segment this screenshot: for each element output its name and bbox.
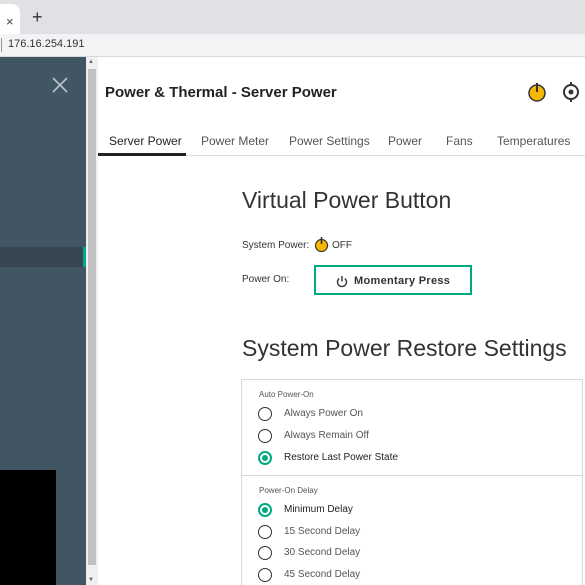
power-on-label: Power On: bbox=[242, 274, 290, 285]
tab-power-settings[interactable]: Power Settings bbox=[289, 134, 370, 148]
new-tab-icon[interactable]: + bbox=[32, 7, 43, 28]
location-icon[interactable] bbox=[560, 81, 582, 103]
scroll-up-icon[interactable]: ▲ bbox=[88, 59, 94, 65]
radio-label: Restore Last Power State bbox=[284, 452, 398, 463]
tab-close-icon[interactable]: × bbox=[6, 14, 14, 29]
radio-label: Minimum Delay bbox=[284, 504, 353, 515]
radio-45-second-delay[interactable]: 45 Second Delay bbox=[258, 568, 558, 585]
side-navigation bbox=[0, 57, 86, 585]
main-content: Power & Thermal - Server Power Server Po… bbox=[98, 57, 585, 585]
browser-tab[interactable]: × bbox=[0, 4, 20, 34]
browser-tab-strip: × + bbox=[0, 0, 585, 34]
radio-15-second-delay[interactable]: 15 Second Delay bbox=[258, 525, 558, 543]
scroll-thumb[interactable] bbox=[88, 69, 96, 565]
radio-restore-last-power-state[interactable]: Restore Last Power State bbox=[258, 451, 558, 469]
sidenav-item-active[interactable] bbox=[0, 247, 86, 267]
scroll-down-icon[interactable]: ▼ bbox=[88, 577, 94, 583]
radio-button[interactable] bbox=[258, 568, 272, 582]
radio-button[interactable] bbox=[258, 525, 272, 539]
address-bar[interactable]: 176.16.254.191 bbox=[0, 34, 585, 57]
auto-power-on-label: Auto Power-On bbox=[259, 390, 314, 399]
radio-always-remain-off[interactable]: Always Remain Off bbox=[258, 429, 558, 447]
tab-power-meter[interactable]: Power Meter bbox=[201, 134, 269, 148]
restore-settings-card: Auto Power-On Always Power On Always Rem… bbox=[241, 379, 583, 585]
tab-fans[interactable]: Fans bbox=[446, 134, 473, 148]
tab-temperatures[interactable]: Temperatures bbox=[497, 134, 570, 148]
radio-label: Always Remain Off bbox=[284, 430, 369, 441]
radio-label: 45 Second Delay bbox=[284, 569, 361, 580]
power-icon[interactable] bbox=[526, 81, 548, 103]
power-on-delay-label: Power-On Delay bbox=[259, 486, 318, 495]
radio-label: 30 Second Delay bbox=[284, 547, 361, 558]
radio-label: 15 Second Delay bbox=[284, 526, 361, 537]
card-divider bbox=[242, 475, 582, 476]
radio-minimum-delay[interactable]: Minimum Delay bbox=[258, 503, 558, 521]
radio-30-second-delay[interactable]: 30 Second Delay bbox=[258, 546, 558, 564]
tab-server-power[interactable]: Server Power bbox=[109, 134, 182, 148]
radio-button-checked[interactable] bbox=[258, 503, 272, 517]
radio-button-checked[interactable] bbox=[258, 451, 272, 465]
radio-button[interactable] bbox=[258, 546, 272, 560]
active-tab-underline bbox=[98, 153, 186, 156]
radio-always-power-on[interactable]: Always Power On bbox=[258, 407, 558, 425]
tab-bar: Server Power Power Meter Power Settings … bbox=[98, 127, 585, 156]
system-power-icon bbox=[314, 237, 329, 253]
address-url[interactable]: 176.16.254.191 bbox=[8, 38, 84, 50]
page-title: Power & Thermal - Server Power bbox=[105, 84, 337, 101]
virtual-power-title: Virtual Power Button bbox=[242, 187, 452, 213]
address-divider bbox=[1, 38, 2, 52]
close-icon[interactable] bbox=[50, 75, 70, 95]
radio-button[interactable] bbox=[258, 407, 272, 421]
restore-settings-title: System Power Restore Settings bbox=[242, 335, 567, 361]
power-button-icon bbox=[336, 276, 348, 288]
system-power-state: OFF bbox=[332, 240, 352, 251]
momentary-press-label: Momentary Press bbox=[354, 275, 451, 287]
system-power-label: System Power: bbox=[242, 240, 310, 251]
nav-scrollbar[interactable]: ▲ ▼ bbox=[86, 57, 98, 585]
tab-power[interactable]: Power bbox=[388, 134, 422, 148]
radio-label: Always Power On bbox=[284, 408, 363, 419]
radio-button[interactable] bbox=[258, 429, 272, 443]
momentary-press-button[interactable]: Momentary Press bbox=[314, 265, 472, 295]
remote-console-thumbnail[interactable] bbox=[0, 470, 56, 585]
